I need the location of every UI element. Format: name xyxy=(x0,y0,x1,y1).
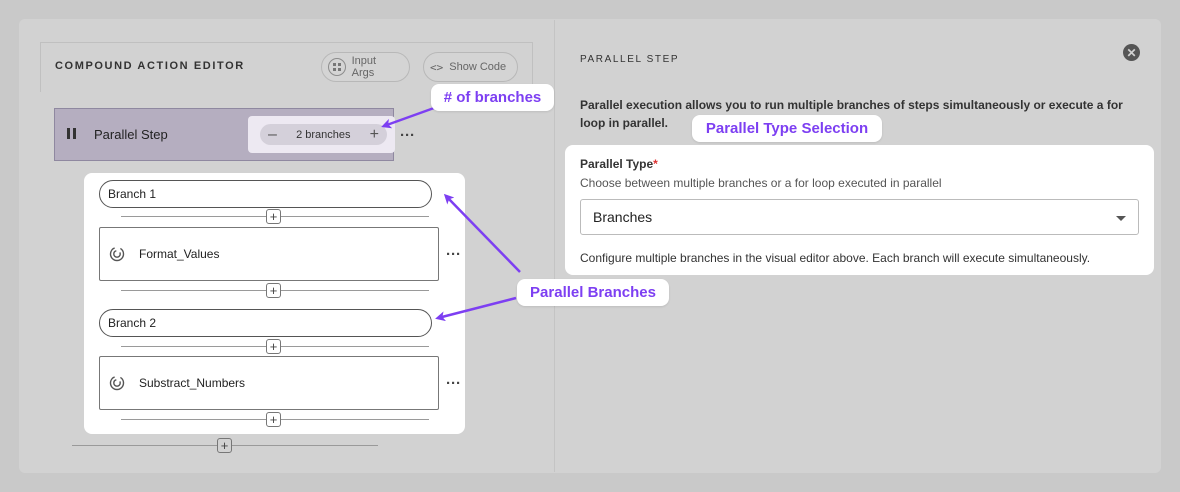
callout-branch-count: # of branches xyxy=(431,84,554,111)
step-card-format-values[interactable]: Format_Values xyxy=(99,227,439,281)
pause-icon xyxy=(67,128,76,139)
parallel-step-more-icon[interactable]: ··· xyxy=(400,128,415,143)
parallel-type-note: Configure multiple branches in the visua… xyxy=(580,251,1091,265)
parallel-type-label-text: Parallel Type xyxy=(580,157,654,171)
action-icon xyxy=(109,375,125,391)
input-args-button[interactable]: Input Args xyxy=(321,52,410,82)
add-step-icon[interactable]: + xyxy=(266,339,281,354)
parallel-step-label: Parallel Step xyxy=(94,127,168,142)
panel-title: PARALLEL STEP xyxy=(580,54,680,65)
action-icon xyxy=(109,246,125,262)
parallel-type-select[interactable]: Branches xyxy=(580,199,1139,235)
branch-count-stepper[interactable]: – 2 branches + xyxy=(260,124,387,145)
step-card-substract-numbers[interactable]: Substract_Numbers xyxy=(99,356,439,410)
add-step-icon[interactable]: + xyxy=(266,283,281,298)
parallel-type-label: Parallel Type* xyxy=(580,157,658,171)
input-args-label: Input Args xyxy=(351,55,377,79)
plus-icon[interactable]: + xyxy=(370,126,379,143)
step-more-icon[interactable]: ··· xyxy=(446,376,461,391)
chevron-down-icon xyxy=(1116,216,1126,221)
minus-icon[interactable]: – xyxy=(268,126,277,143)
step-label: Format_Values xyxy=(139,247,220,261)
code-icon: <> xyxy=(430,60,444,74)
add-step-icon[interactable]: + xyxy=(217,438,232,453)
branch-1-header[interactable]: Branch 1 xyxy=(99,180,432,208)
callout-parallel-branches: Parallel Branches xyxy=(517,279,669,306)
editor-title: COMPOUND ACTION EDITOR xyxy=(55,60,245,72)
show-code-button[interactable]: <> Show Code xyxy=(423,52,518,82)
grid-icon xyxy=(328,58,346,76)
show-code-label: Show Code xyxy=(449,61,507,73)
add-step-icon[interactable]: + xyxy=(266,412,281,427)
step-label: Substract_Numbers xyxy=(139,376,246,390)
add-step-icon[interactable]: + xyxy=(266,209,281,224)
close-icon[interactable]: ✕ xyxy=(1123,44,1140,61)
branch-2-header[interactable]: Branch 2 xyxy=(99,309,432,337)
parallel-type-help: Choose between multiple branches or a fo… xyxy=(580,176,942,190)
required-mark: * xyxy=(653,157,658,171)
panel-divider xyxy=(554,20,555,472)
parallel-type-value: Branches xyxy=(593,209,653,225)
callout-type-selection: Parallel Type Selection xyxy=(692,115,882,142)
step-more-icon[interactable]: ··· xyxy=(446,247,461,262)
branch-count-label: 2 branches xyxy=(296,128,351,141)
